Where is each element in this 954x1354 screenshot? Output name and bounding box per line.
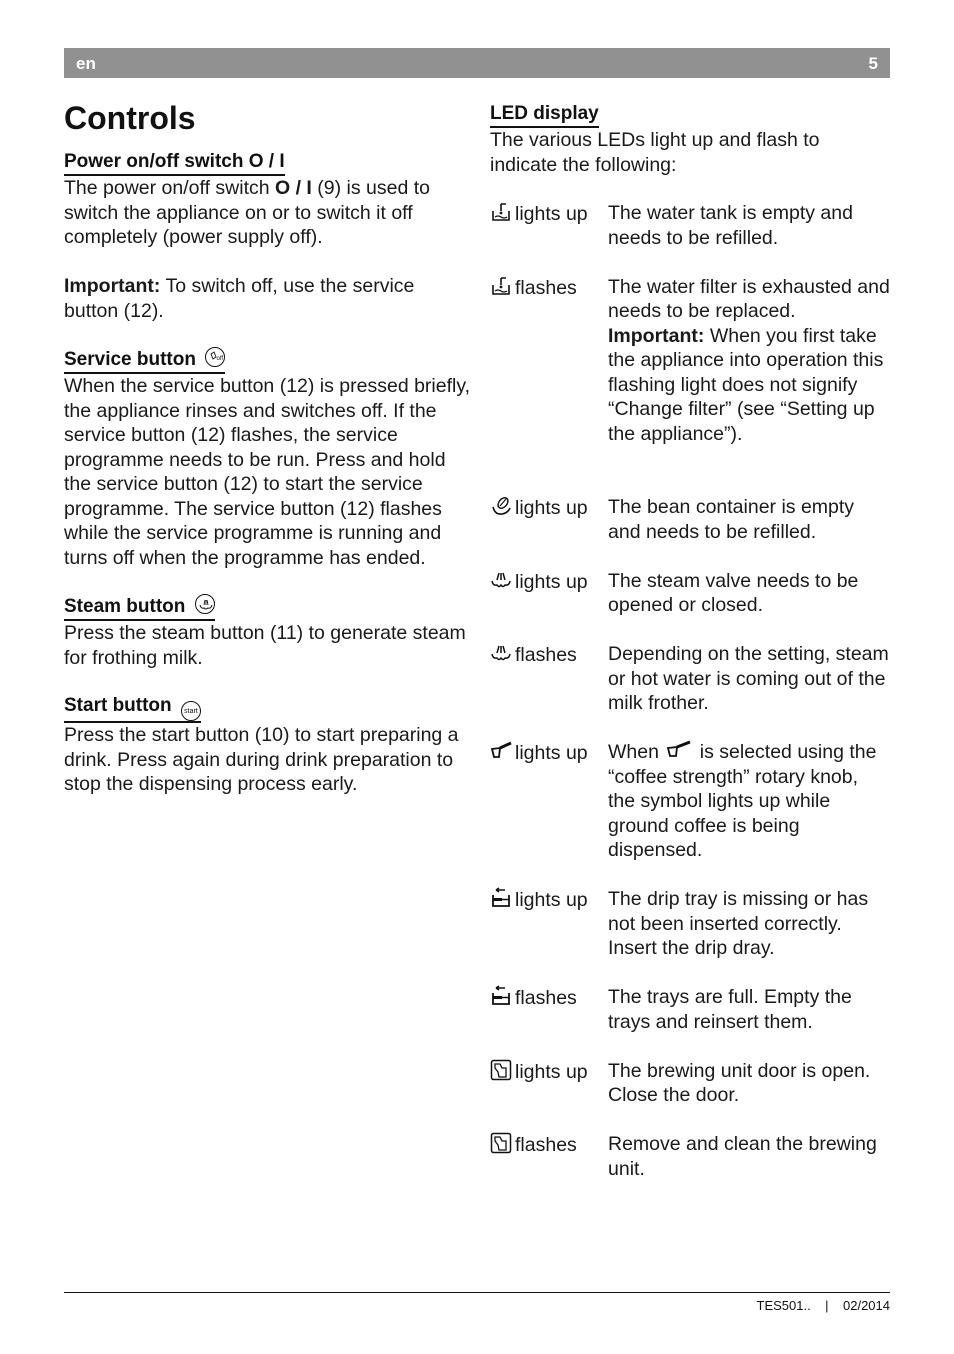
water-tank-icon — [492, 203, 510, 221]
section-heading: Power on/off switch O / I — [64, 150, 285, 176]
heading-text: Start button — [64, 695, 172, 716]
led-state: lights up — [515, 889, 588, 911]
led-description: The brewing unit door is open. Close the… — [608, 1059, 871, 1107]
drip-tray-icon — [492, 985, 510, 1005]
section-heading: Steam button — [64, 594, 215, 621]
text-segment: When — [608, 741, 665, 763]
section-text: Press the steam button (11) to generate … — [64, 622, 466, 669]
section-steam-button: Steam button Press the steam button (11)… — [64, 594, 474, 670]
led-row: lights up The steam valve needs to be op… — [490, 569, 890, 618]
led-row: lights up When is selected using the “co… — [490, 740, 890, 863]
led-description: When is selected using the “coffee stren… — [608, 740, 890, 863]
led-row: lights up The drip tray is missing or ha… — [490, 887, 890, 961]
led-key: lights up — [490, 1059, 608, 1108]
ground-coffee-icon — [667, 740, 691, 757]
led-key: lights up — [490, 201, 608, 250]
section-text: Press the start button (10) to start pre… — [64, 724, 459, 795]
led-description: Depending on the setting, steam or hot w… — [608, 643, 889, 714]
brewing-unit-door-icon — [490, 1059, 512, 1080]
led-description: Remove and clean the brewing unit. — [608, 1133, 877, 1180]
bean-container-icon — [492, 496, 511, 515]
ground-coffee-icon — [490, 741, 512, 758]
language-code: en — [76, 54, 96, 73]
led-description: The steam valve needs to be opened or cl… — [608, 569, 859, 617]
led-state: lights up — [515, 570, 588, 593]
important-label: Important: — [64, 275, 161, 297]
section-start-button: Start button start Press the start butto… — [64, 694, 474, 797]
section-power-switch: Power on/off switch O / I The power on/o… — [64, 150, 474, 323]
led-key: lights up — [490, 887, 608, 961]
led-row: lights up The brewing unit door is open.… — [490, 1059, 890, 1108]
page-title: Controls — [64, 100, 196, 136]
led-key: lights up — [490, 495, 608, 544]
start-icon: start — [180, 701, 201, 721]
steam-valve-icon — [491, 572, 511, 587]
led-description: The bean container is empty and needs to… — [608, 496, 855, 543]
led-key: flashes — [490, 985, 608, 1034]
led-row: flashes The trays are full. Empty the tr… — [490, 985, 890, 1034]
footer-separator: | — [825, 1298, 829, 1313]
led-row: flashes Remove and clean the brewing uni… — [490, 1132, 890, 1181]
led-key: flashes — [490, 1132, 608, 1181]
text-segment: The water filter is exhausted and needs … — [608, 275, 890, 323]
important-label: Important: — [608, 324, 705, 347]
led-state: lights up — [515, 497, 588, 519]
left-column: Controls Power on/off switch O / I The p… — [64, 98, 474, 821]
section-heading: LED display — [490, 102, 599, 128]
section-text: The power on/off switch O / I (9) is use… — [64, 176, 474, 250]
led-key: lights up — [490, 569, 608, 618]
led-key: lights up — [490, 740, 608, 863]
section-heading: Service button off — [64, 347, 226, 374]
switch-symbol: O / I — [275, 177, 312, 199]
led-state: lights up — [515, 203, 588, 225]
section-heading: Start button start — [64, 694, 201, 723]
led-description: The water filter is exhausted and needs … — [608, 275, 890, 447]
led-display-section: LED display The various LEDs light up an… — [490, 98, 890, 1206]
page-header-bar: en 5 — [64, 48, 890, 78]
led-state: lights up — [515, 742, 588, 764]
service-off-icon: off — [205, 347, 226, 367]
footer-date: 02/2014 — [843, 1298, 890, 1313]
led-row: lights up The water tank is empty and ne… — [490, 201, 890, 250]
footer-model: TES501.. — [756, 1298, 811, 1313]
led-key: flashes — [490, 275, 608, 447]
led-description: The trays are full. Empty the trays and … — [608, 986, 852, 1033]
important-note: Important: To switch off, use the servic… — [64, 274, 474, 323]
led-intro-text: The various LEDs light up and flash to i… — [490, 129, 820, 176]
led-state: flashes — [515, 1134, 577, 1156]
steam-icon — [194, 594, 215, 614]
footer-divider — [64, 1292, 890, 1293]
led-description: The water tank is empty and needs to be … — [608, 202, 853, 249]
led-row: lights up The bean container is empty an… — [490, 495, 890, 544]
led-description: The drip tray is missing or has not been… — [608, 888, 869, 959]
led-state: flashes — [515, 276, 577, 299]
section-text: When the service button (12) is pressed … — [64, 375, 471, 569]
heading-text: Steam button — [64, 596, 186, 617]
page-number: 5 — [868, 54, 878, 73]
brewing-unit-door-icon — [490, 1132, 512, 1154]
led-row: flashes The water filter is exhausted an… — [490, 275, 890, 447]
led-state: flashes — [515, 987, 577, 1009]
footer: TES501.. | 02/2014 — [757, 1298, 891, 1313]
section-service-button: Service button off When the service butt… — [64, 347, 474, 570]
water-tank-icon — [492, 276, 510, 295]
led-state: flashes — [515, 644, 577, 666]
svg-text:off: off — [217, 356, 224, 362]
led-state: lights up — [515, 1060, 588, 1083]
drip-tray-icon — [492, 887, 510, 907]
heading-text: Service button — [64, 349, 196, 370]
led-row: flashes Depending on the setting, steam … — [490, 642, 890, 716]
steam-valve-icon — [491, 645, 511, 661]
text-segment: The power on/off switch — [64, 177, 275, 199]
led-key: flashes — [490, 642, 608, 716]
